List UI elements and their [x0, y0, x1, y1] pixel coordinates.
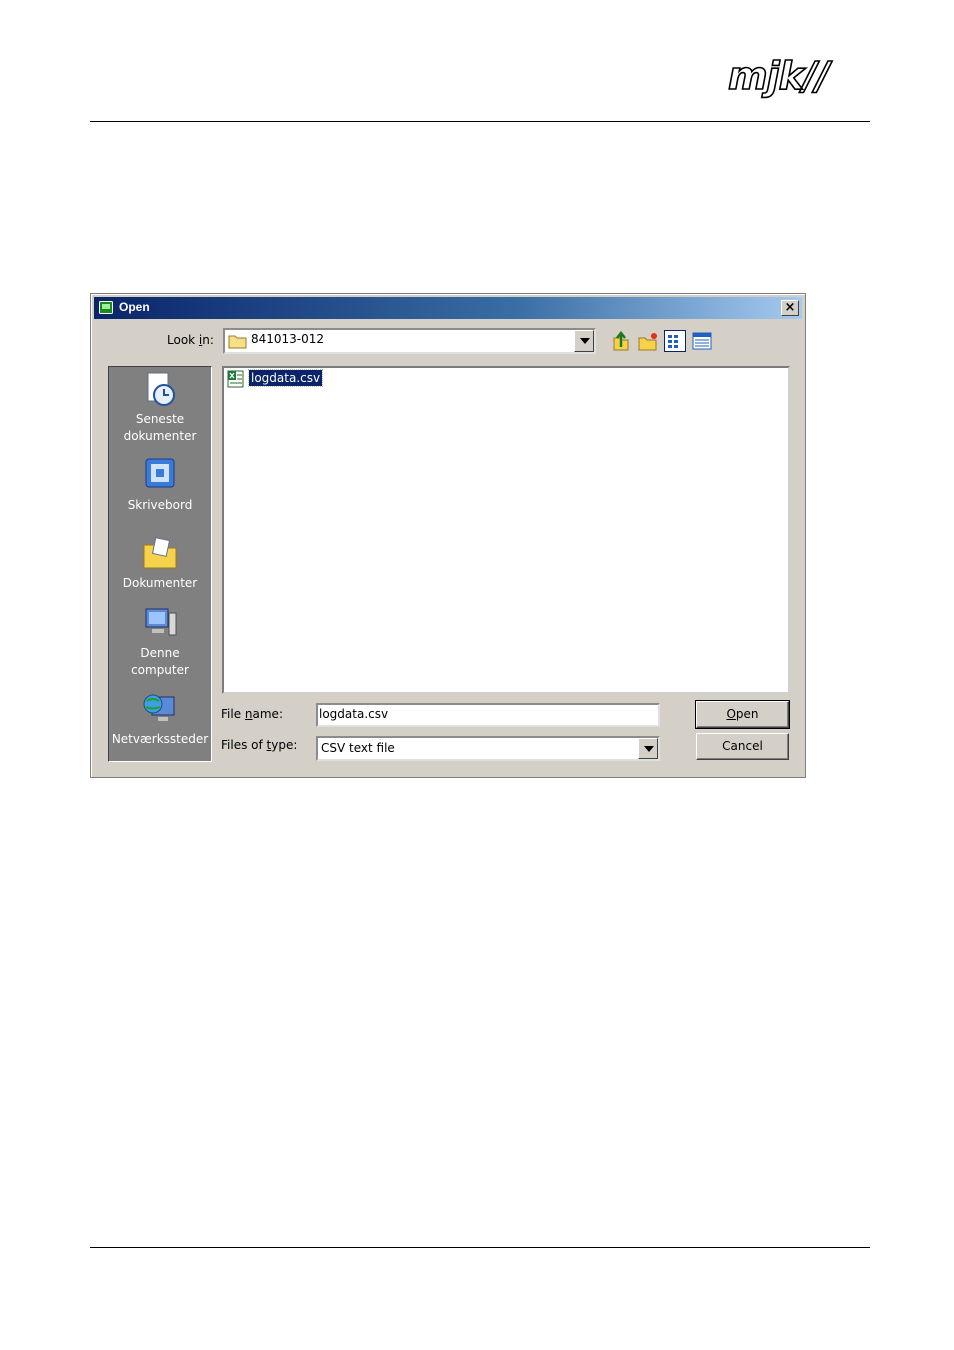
place-label: Skrivebord — [127, 498, 193, 512]
svg-text:mjk//: mjk// — [728, 55, 833, 98]
file-name: logdata.csv — [247, 369, 324, 387]
file-name-label: File name: — [221, 707, 283, 721]
my-computer-icon — [145, 608, 177, 636]
folder-icon — [228, 335, 247, 349]
mjk-logo: mjk// — [727, 55, 834, 99]
place-label: dokumenter — [123, 429, 197, 443]
files-of-type-dropdown[interactable]: CSV text file — [316, 736, 660, 761]
places-bar: Seneste dokumenter Skrivebord Dokumenter — [108, 366, 212, 762]
open-dialog: Open × Look in: 841013-012 Seneste dokum… — [90, 293, 806, 778]
title-bar[interactable]: Open × — [94, 297, 802, 319]
place-label: Netværkssteder — [111, 732, 209, 746]
look-in-value: 841013-012 — [251, 332, 325, 346]
file-name-input[interactable]: logdata.csv — [316, 703, 660, 727]
place-my-documents[interactable]: Dokumenter — [109, 533, 211, 592]
my-documents-icon — [143, 537, 177, 569]
look-in-dropdown-arrow[interactable] — [574, 330, 594, 352]
list-view-icon[interactable] — [664, 330, 686, 352]
app-icon — [99, 301, 113, 314]
place-desktop[interactable]: Skrivebord — [109, 455, 211, 514]
place-label: Seneste — [135, 412, 185, 426]
open-button[interactable]: Open — [695, 700, 790, 729]
file-list[interactable]: logdata.csv — [222, 366, 790, 694]
place-network[interactable]: Netværkssteder — [109, 689, 211, 748]
look-in-dropdown[interactable]: 841013-012 — [223, 328, 596, 354]
close-button[interactable]: × — [781, 300, 799, 316]
up-one-level-icon[interactable] — [610, 330, 632, 352]
create-new-folder-icon[interactable] — [637, 330, 659, 352]
details-view-icon[interactable] — [691, 330, 713, 352]
place-my-computer[interactable]: Denne computer — [109, 603, 211, 679]
place-label: Dokumenter — [122, 576, 198, 590]
files-of-type-value: CSV text file — [321, 741, 395, 755]
desktop-icon — [145, 458, 175, 488]
place-label: Denne — [140, 646, 180, 660]
csv-file-icon — [227, 370, 244, 388]
recent-documents-icon — [147, 372, 175, 406]
place-label: computer — [131, 663, 189, 677]
dialog-title: Open — [119, 300, 150, 314]
network-places-icon — [143, 694, 175, 721]
files-of-type-dropdown-arrow[interactable] — [638, 738, 658, 759]
look-in-label: Look in: — [167, 333, 214, 347]
place-recent-documents[interactable]: Seneste dokumenter — [109, 369, 211, 445]
footer-rule — [90, 1247, 870, 1248]
files-of-type-label: Files of type: — [221, 738, 298, 752]
cancel-button[interactable]: Cancel — [696, 733, 789, 760]
header-rule — [90, 121, 870, 122]
